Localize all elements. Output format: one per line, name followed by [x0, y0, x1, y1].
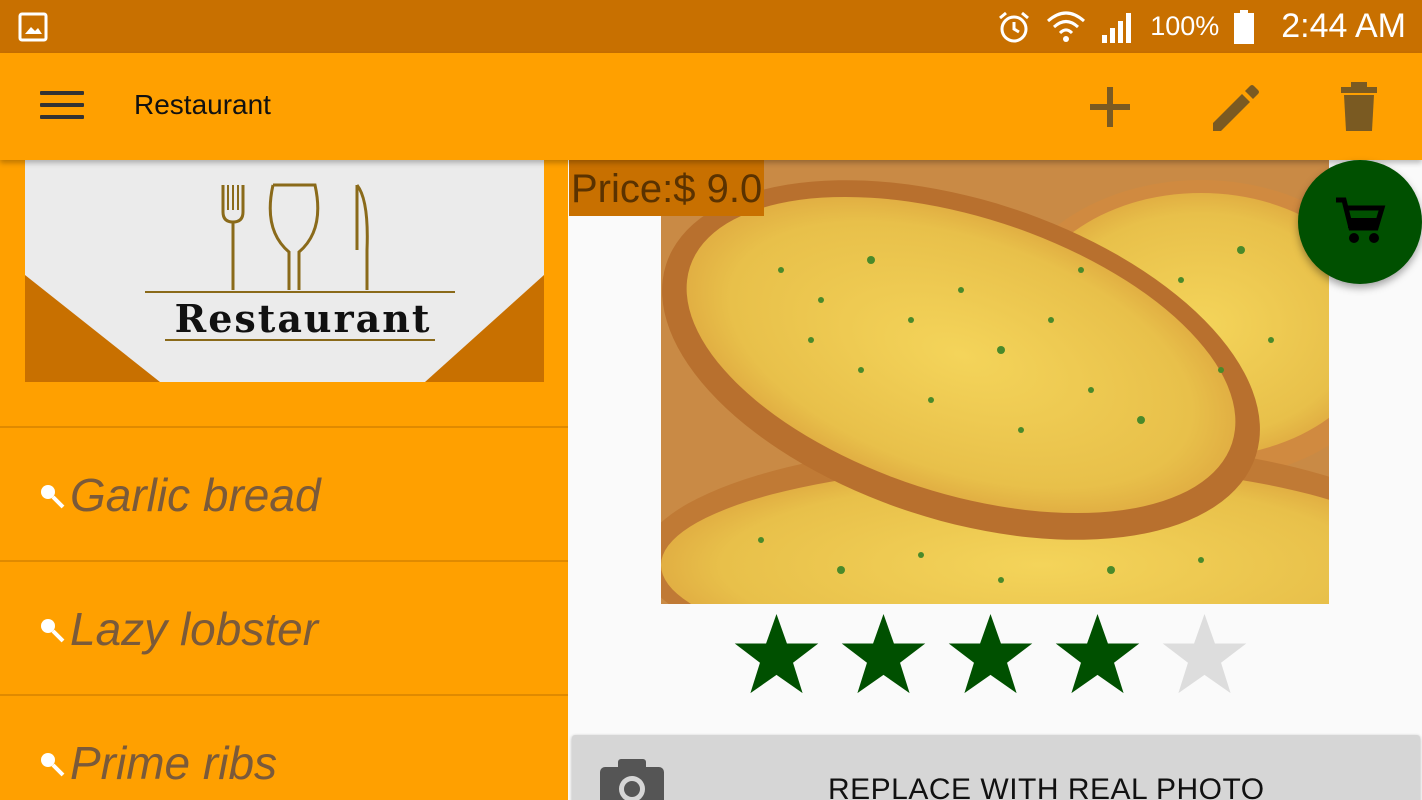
edit-icon[interactable]: [1205, 77, 1265, 137]
star-icon[interactable]: [947, 608, 1034, 700]
battery-icon: [1234, 9, 1255, 44]
list-item-label: Garlic bread: [70, 469, 321, 521]
menu-icon[interactable]: [40, 91, 84, 123]
signal-icon: [1102, 12, 1132, 43]
alarm-icon: [999, 11, 1030, 42]
wifi-icon: [1047, 11, 1086, 42]
toolbar: Restaurant: [0, 53, 1422, 160]
list-item[interactable]: Garlic bread: [0, 426, 568, 559]
search-icon: [41, 619, 65, 643]
gallery-icon: [18, 12, 48, 42]
cart-icon: [1336, 197, 1386, 243]
delete-icon[interactable]: [1329, 77, 1389, 137]
search-icon: [41, 753, 65, 777]
star-icon[interactable]: [1161, 608, 1248, 700]
replace-photo-label: REPLACE WITH REAL PHOTO: [828, 773, 1265, 800]
item-detail: Price:$ 9.0 REPLACE WITH REAL PHOTO: [568, 160, 1422, 800]
navigation-drawer: Restaurant Garlic bread Lazy lobster Pri…: [0, 160, 568, 800]
battery-percent: 100%: [1150, 11, 1220, 41]
list-item-label: Prime ribs: [70, 737, 278, 789]
search-icon: [41, 485, 65, 509]
rating-bar[interactable]: [733, 608, 1248, 708]
star-icon[interactable]: [840, 608, 927, 700]
cart-fab[interactable]: [1298, 160, 1422, 284]
food-photo: [661, 160, 1329, 604]
list-item[interactable]: Lazy lobster: [0, 560, 568, 693]
camera-icon: [600, 759, 664, 800]
status-bar: 100% 2:44 AM: [0, 0, 1422, 53]
clock: 2:44 AM: [1281, 7, 1406, 45]
star-icon[interactable]: [1054, 608, 1141, 700]
list-item[interactable]: Prime ribs: [0, 694, 568, 800]
star-icon[interactable]: [733, 608, 820, 700]
replace-photo-button[interactable]: REPLACE WITH REAL PHOTO: [572, 735, 1420, 800]
list-item-label: Lazy lobster: [70, 603, 319, 655]
restaurant-logo: Restaurant: [25, 160, 544, 382]
logo-text: Restaurant: [175, 296, 432, 341]
add-icon[interactable]: [1080, 77, 1140, 137]
toolbar-title: Restaurant: [134, 89, 271, 120]
price-label: Price:$ 9.0: [569, 160, 765, 216]
